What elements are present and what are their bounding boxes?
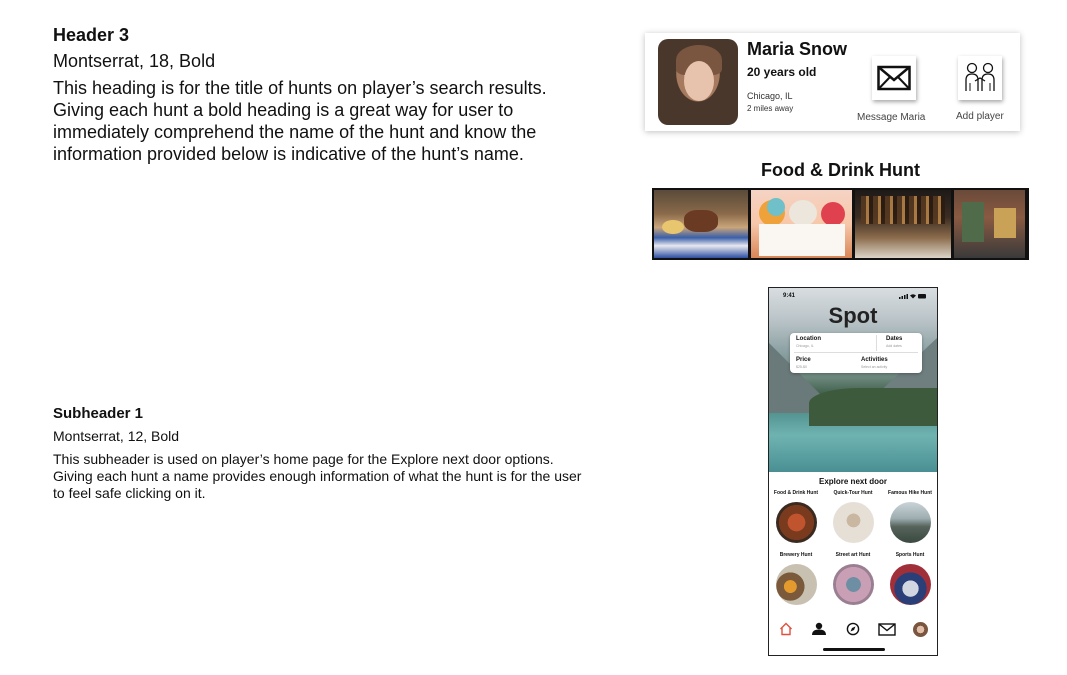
player-card: Maria Snow 20 years old Chicago, IL 2 mi… — [645, 33, 1020, 131]
player-distance: 2 miles away — [747, 104, 794, 113]
category-label: Street art Hunt — [835, 552, 871, 558]
header3-description: This heading is for the title of hunts o… — [53, 78, 547, 164]
compass-icon — [846, 622, 860, 636]
search-card: Location Chicago, IL Dates Add dates Pri… — [790, 333, 922, 373]
hike-landscape-image — [889, 502, 931, 543]
app-title: Spot — [828, 303, 878, 328]
status-time: 9:41 — [783, 293, 796, 299]
player-name: Maria Snow — [747, 39, 848, 59]
category-label: Quick-Tour Hunt — [833, 490, 873, 496]
profile-avatar — [912, 621, 928, 637]
player-avatar — [658, 39, 738, 125]
tab-players[interactable] — [809, 620, 829, 638]
player-location: Chicago, IL — [747, 91, 793, 101]
category-sports[interactable]: Sports Hunt — [883, 552, 937, 605]
football-player-image — [889, 564, 931, 605]
envelope-icon — [877, 65, 911, 91]
shaved-ice-photo — [751, 190, 852, 258]
hunt-image-strip[interactable] — [652, 188, 1029, 260]
hunt-title: Food & Drink Hunt — [761, 160, 920, 180]
explore-title: Explore next door — [818, 477, 887, 486]
signal-wifi-battery-icon — [899, 294, 926, 299]
tab-bar — [769, 618, 937, 640]
price-input[interactable]: $25-$0 — [796, 365, 807, 369]
tab-explore[interactable] — [843, 620, 863, 638]
category-quick-tour[interactable]: Quick-Tour Hunt — [826, 490, 880, 543]
storefront-photo — [954, 190, 1025, 258]
food-bowl-image — [775, 502, 817, 543]
tour-person-image — [832, 502, 874, 543]
activities-input[interactable]: Select an activity — [861, 365, 887, 369]
tab-messages[interactable] — [877, 620, 897, 638]
category-label: Food & Drink Hunt — [773, 490, 819, 496]
add-player-button[interactable] — [958, 56, 1002, 100]
beer-glasses-image — [775, 564, 817, 605]
location-input[interactable]: Chicago, IL — [796, 344, 814, 348]
home-icon — [779, 622, 792, 636]
subheader1-title: Subheader 1 — [53, 405, 144, 422]
bar-photo — [855, 190, 951, 258]
dates-input[interactable]: Add dates — [886, 344, 902, 348]
location-label[interactable]: Location — [796, 336, 821, 342]
header3-title: Header 3 — [53, 25, 130, 45]
category-label: Sports Hunt — [895, 552, 925, 558]
category-famous-hike[interactable]: Famous Hike Hunt — [883, 490, 937, 543]
price-label[interactable]: Price — [796, 357, 811, 363]
category-street-art[interactable]: Street art Hunt — [826, 552, 880, 605]
subheader1-spec: Montserrat, 12, Bold — [53, 428, 180, 444]
header3-spec: Montserrat, 18, Bold — [53, 51, 216, 71]
mail-icon — [877, 622, 896, 636]
category-food-drink[interactable]: Food & Drink Hunt — [769, 490, 823, 543]
message-label[interactable]: Message Maria — [857, 112, 925, 123]
home-indicator — [823, 648, 885, 651]
add-player-label[interactable]: Add player — [956, 111, 1004, 122]
subheader1-description: This subheader is used on player’s home … — [53, 451, 582, 501]
add-friend-icon — [965, 62, 995, 91]
tab-profile[interactable] — [910, 620, 930, 638]
phone-mockup: 9:41 Spot Location Chicago, IL Dates Add… — [768, 287, 938, 656]
players-icon — [812, 622, 827, 635]
dates-label[interactable]: Dates — [886, 336, 902, 342]
mural-image — [832, 564, 874, 605]
desserts-photo — [654, 190, 748, 258]
status-icons — [899, 293, 927, 301]
category-brewery[interactable]: Brewery Hunt — [769, 552, 823, 605]
category-label: Brewery Hunt — [779, 552, 813, 558]
category-label: Famous Hike Hunt — [888, 490, 932, 496]
player-age: 20 years old — [747, 65, 817, 79]
message-button[interactable] — [872, 56, 916, 100]
activities-label[interactable]: Activities — [861, 357, 888, 363]
tab-home[interactable] — [776, 620, 796, 638]
